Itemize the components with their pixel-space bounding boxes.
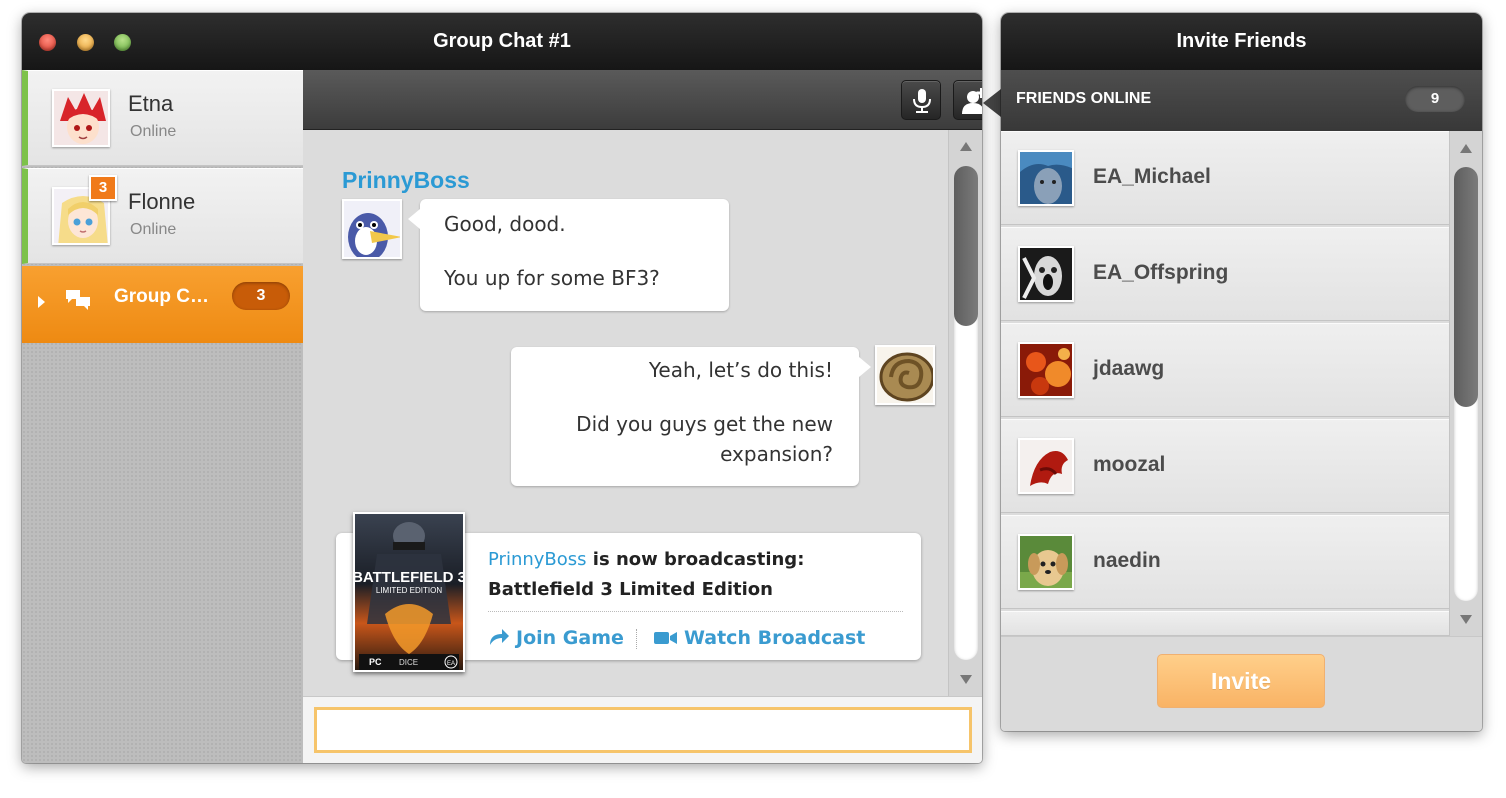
invite-button[interactable]: Invite bbox=[1157, 654, 1325, 708]
message-sender-name[interactable]: PrinnyBoss bbox=[342, 167, 470, 194]
message-bubble-outgoing: Yeah, let’s do this! Did you guys get th… bbox=[511, 347, 871, 486]
chat-toolbar bbox=[303, 70, 982, 130]
friends-online-count: 9 bbox=[1405, 86, 1465, 112]
friend-item-partial[interactable] bbox=[1001, 611, 1449, 636]
message-text: expansion? bbox=[720, 442, 833, 466]
avatar bbox=[1018, 342, 1074, 398]
avatar bbox=[1018, 246, 1074, 302]
contact-name: Etna bbox=[128, 91, 174, 116]
friends-online-header: FRIENDS ONLINE 9 bbox=[1001, 70, 1482, 131]
add-user-icon bbox=[962, 88, 982, 114]
scroll-up-arrow-icon[interactable] bbox=[960, 142, 972, 151]
chat-window: Group Chat #1 Etna Online 3 Flonne Onlin… bbox=[22, 13, 982, 763]
message-input[interactable] bbox=[314, 707, 972, 753]
avatar[interactable] bbox=[875, 345, 935, 405]
friends-scrollbar[interactable] bbox=[1449, 131, 1482, 636]
message-bubble-incoming: Good, dood. You up for some BF3? bbox=[408, 199, 729, 311]
avatar bbox=[1018, 150, 1074, 206]
invite-footer: Invite bbox=[1001, 636, 1482, 731]
sidebar-contact-flonne[interactable]: 3 Flonne Online bbox=[22, 168, 303, 264]
message-list: PrinnyBoss Good, dood. You up for some B… bbox=[303, 130, 982, 696]
cover-ea-logo: EA bbox=[447, 661, 455, 667]
message-text: Good, dood. bbox=[444, 212, 566, 236]
scroll-thumb[interactable] bbox=[954, 166, 978, 326]
avatar bbox=[52, 89, 110, 147]
friend-name: moozal bbox=[1093, 453, 1166, 476]
minimize-window-button[interactable] bbox=[77, 34, 94, 51]
message-compose-bar bbox=[303, 696, 982, 763]
contact-name: Flonne bbox=[128, 189, 196, 214]
conversation-sidebar: Etna Online 3 Flonne Online Group C… 3 bbox=[22, 70, 303, 763]
add-participant-button[interactable] bbox=[953, 80, 982, 120]
disclosure-arrow-icon[interactable] bbox=[38, 296, 45, 308]
group-chat-icon bbox=[64, 288, 92, 314]
message-text: Yeah, let’s do this! bbox=[648, 358, 833, 382]
avatar bbox=[1018, 438, 1074, 494]
voice-chat-button[interactable] bbox=[901, 80, 941, 120]
group-chat-label: Group C… bbox=[114, 286, 209, 307]
divider bbox=[488, 611, 903, 612]
zoom-window-button[interactable] bbox=[114, 34, 131, 51]
sidebar-contact-etna[interactable]: Etna Online bbox=[22, 70, 303, 166]
invite-friends-panel: Invite Friends FRIENDS ONLINE 9 EA_Micha… bbox=[1001, 13, 1482, 731]
friends-online-label: FRIENDS ONLINE bbox=[1016, 90, 1152, 107]
cover-subtitle: LIMITED EDITION bbox=[376, 586, 442, 595]
avatar bbox=[1018, 534, 1074, 590]
friend-item-ea-offspring[interactable]: EA_Offspring bbox=[1001, 227, 1449, 321]
message-text: Did you guys get the new bbox=[576, 412, 833, 436]
chat-titlebar[interactable]: Group Chat #1 bbox=[22, 13, 982, 70]
watch-broadcast-label: Watch Broadcast bbox=[684, 627, 866, 649]
contact-status: Online bbox=[130, 221, 177, 238]
video-camera-icon bbox=[654, 632, 677, 644]
message-text: You up for some BF3? bbox=[444, 266, 660, 290]
cover-platform: PC bbox=[369, 657, 382, 667]
friend-name: naedin bbox=[1093, 549, 1161, 572]
message-scrollbar[interactable] bbox=[948, 130, 982, 696]
sidebar-group-chat[interactable]: Group C… 3 bbox=[22, 266, 303, 343]
game-cover-art[interactable]: BATTLEFIELD 3 LIMITED EDITION PC DICE EA bbox=[353, 512, 465, 672]
broadcast-user-link[interactable]: PrinnyBoss bbox=[488, 549, 587, 570]
avatar[interactable] bbox=[342, 199, 402, 259]
friend-item-moozal[interactable]: moozal bbox=[1001, 419, 1449, 513]
friend-item-naedin[interactable]: naedin bbox=[1001, 515, 1449, 609]
scroll-down-arrow-icon[interactable] bbox=[960, 675, 972, 684]
window-title: Group Chat #1 bbox=[433, 30, 571, 52]
divider bbox=[636, 629, 637, 649]
close-window-button[interactable] bbox=[39, 34, 56, 51]
watch-broadcast-link[interactable]: Watch Broadcast bbox=[654, 627, 865, 649]
contact-status: Online bbox=[130, 123, 177, 140]
join-game-label: Join Game bbox=[516, 627, 624, 649]
popover-pointer bbox=[983, 89, 1001, 117]
group-unread-count: 3 bbox=[232, 282, 290, 310]
invite-panel-title: Invite Friends bbox=[1001, 13, 1482, 70]
join-game-link[interactable]: Join Game bbox=[488, 627, 624, 649]
scroll-thumb[interactable] bbox=[1454, 167, 1478, 407]
friend-name: EA_Offspring bbox=[1093, 261, 1229, 284]
scroll-up-arrow-icon[interactable] bbox=[1460, 144, 1472, 153]
microphone-icon bbox=[913, 89, 931, 113]
broadcast-status-text: is now broadcasting: bbox=[586, 549, 805, 570]
broadcast-status: PrinnyBoss is now broadcasting: bbox=[488, 549, 804, 570]
cover-title: BATTLEFIELD 3 bbox=[355, 569, 463, 586]
friend-name: jdaawg bbox=[1093, 357, 1165, 380]
friend-name: EA_Michael bbox=[1093, 165, 1211, 188]
scroll-down-arrow-icon[interactable] bbox=[1460, 615, 1472, 624]
cover-dice-logo: DICE bbox=[399, 658, 418, 667]
broadcast-game-title: Battlefield 3 Limited Edition bbox=[488, 579, 773, 600]
unread-badge: 3 bbox=[89, 175, 117, 201]
friend-item-ea-michael[interactable]: EA_Michael bbox=[1001, 131, 1449, 225]
friend-item-jdaawg[interactable]: jdaawg bbox=[1001, 323, 1449, 417]
share-arrow-icon bbox=[490, 629, 509, 645]
